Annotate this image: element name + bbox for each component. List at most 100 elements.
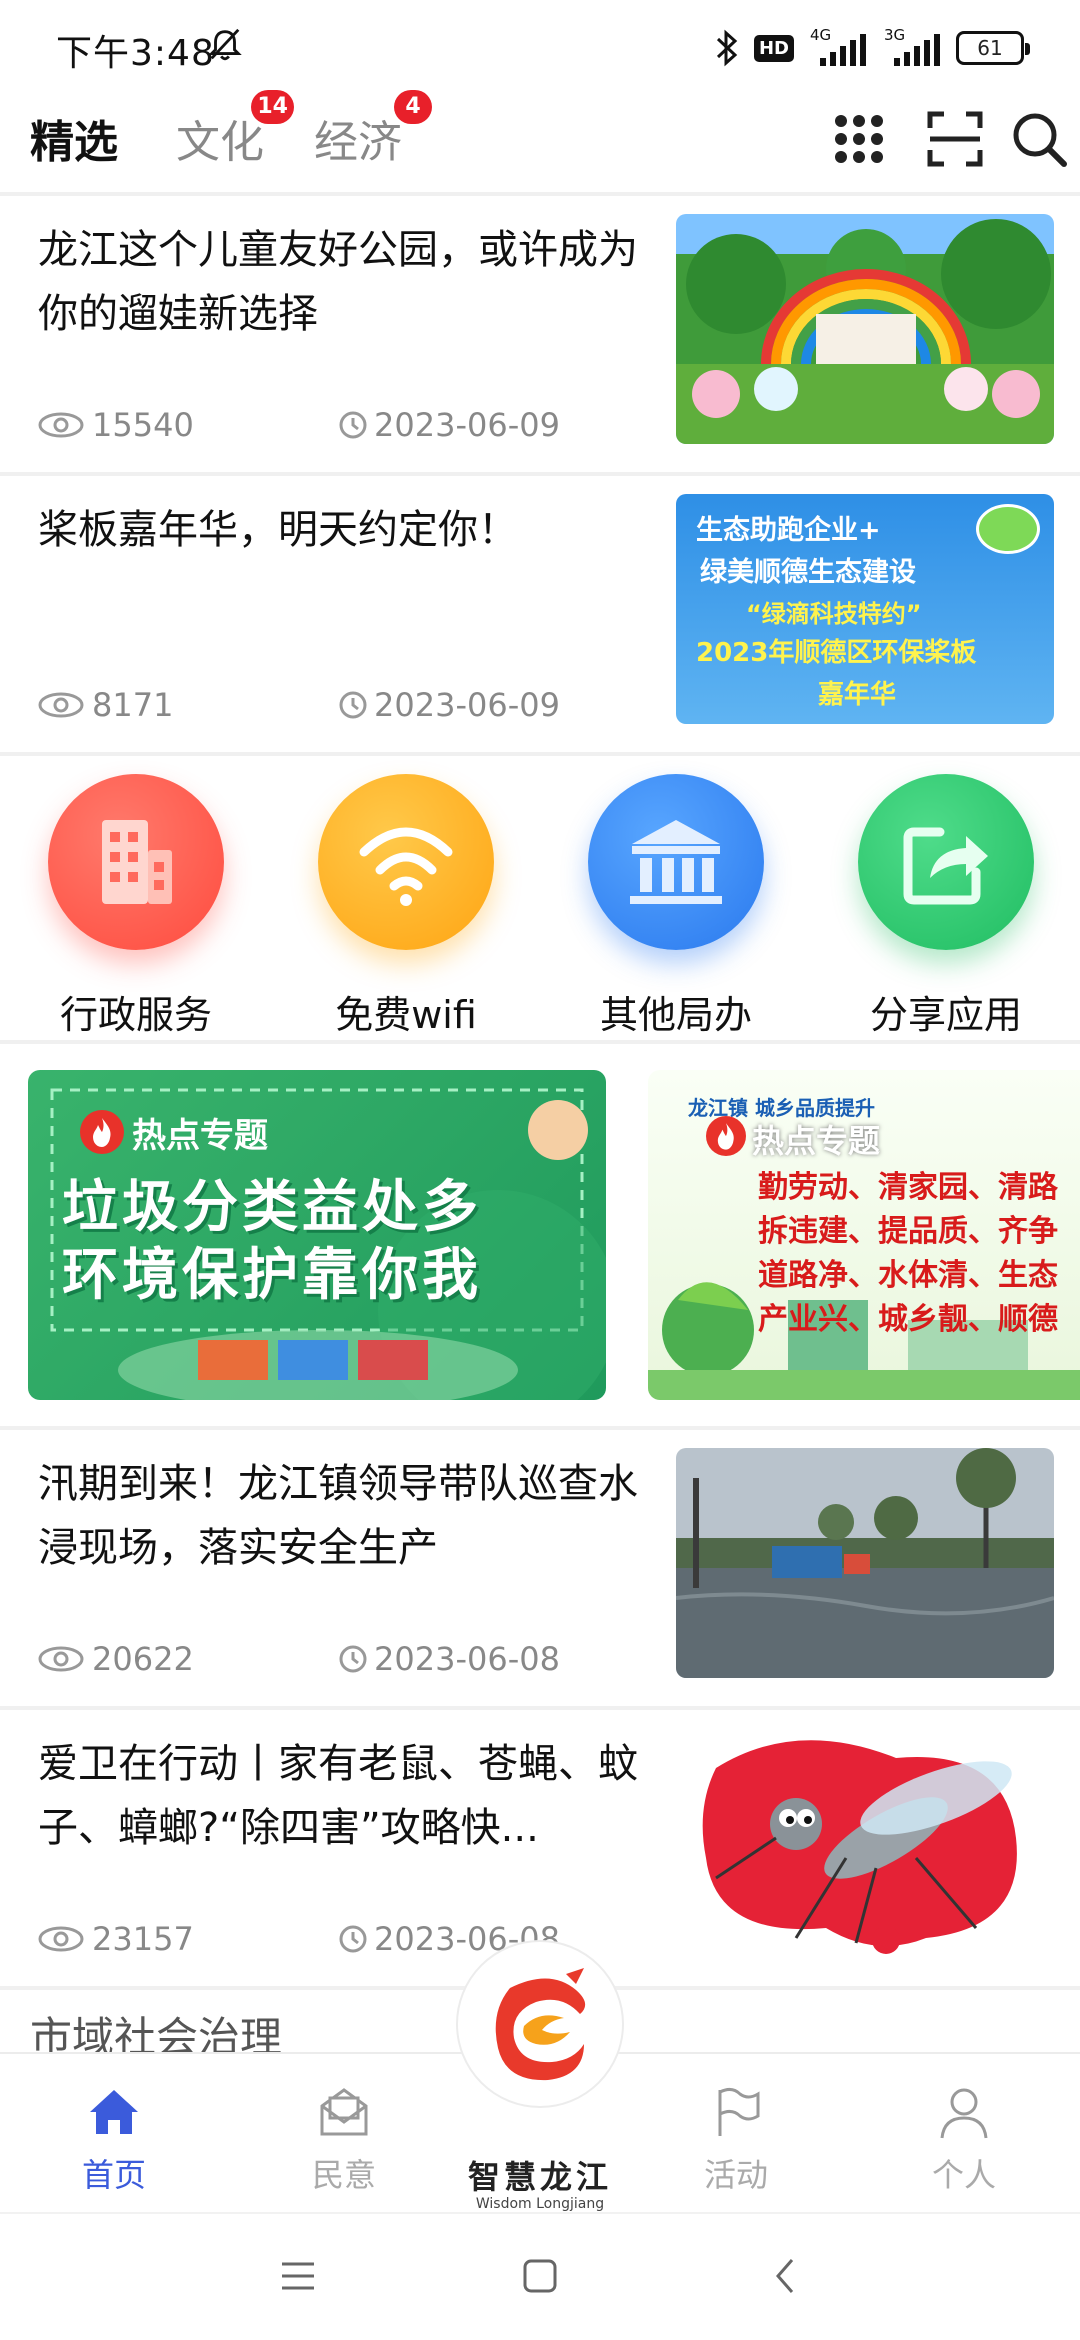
- bluetooth-icon: [716, 29, 738, 67]
- topic-banner-carousel: 热点专题 垃圾分类益处多 环境保护靠你我 龙江镇 城乡品质提升 热点专题 勤劳动…: [0, 1044, 1080, 1426]
- share-icon: [858, 774, 1034, 950]
- topic-banner-urban-quality[interactable]: 龙江镇 城乡品质提升 热点专题 勤劳动、清家园、清路 拆违建、提品质、齐争 道路…: [648, 1070, 1080, 1400]
- apps-grid-icon[interactable]: [830, 110, 888, 168]
- eye-icon: [38, 692, 84, 718]
- news-item[interactable]: 龙江这个儿童友好公园，或许成为你的遛娃新选择 15540 2023-06-09: [0, 196, 1080, 472]
- dragon-logo-icon: [495, 1968, 586, 2081]
- news-thumbnail-mosquito: [676, 1728, 1054, 1958]
- tab-economy[interactable]: 经济 4: [314, 90, 432, 170]
- status-time: 下午3:48: [56, 33, 215, 74]
- system-navigation-bar: [0, 2212, 1080, 2340]
- service-wifi[interactable]: 免费wifi: [286, 774, 526, 1042]
- plus-badge-decoration: [976, 504, 1040, 554]
- clock-icon: [339, 1925, 367, 1953]
- news-meta: 8171 2023-06-09: [38, 686, 560, 724]
- bell-muted-icon: [208, 28, 242, 61]
- service-label: 行政服务: [59, 993, 212, 1037]
- mail-icon: [320, 2088, 368, 2136]
- thumb-text: 生态助跑企业+: [696, 515, 881, 546]
- brand-name-cn: 智慧龙江: [467, 2158, 612, 2196]
- nav-profile[interactable]: 个人: [884, 2084, 1044, 2196]
- news-title: 桨板嘉年华，明天约定你！: [38, 507, 518, 553]
- view-count: 15540: [92, 406, 194, 444]
- news-thumbnail-flood: [676, 1448, 1054, 1678]
- news-item[interactable]: 桨板嘉年华，明天约定你！ 8171 2023-06-09 生态助跑企业+ 绿美顺…: [0, 476, 1080, 752]
- status-bar: 下午3:48 HD 4G 3G 61: [0, 0, 1080, 96]
- publish-date: 2023-06-09: [374, 406, 560, 444]
- fire-icon: [706, 1116, 746, 1156]
- home-square-icon[interactable]: [516, 2252, 564, 2300]
- view-count: 23157: [92, 1920, 194, 1958]
- nav-label: 个人: [931, 2156, 996, 2194]
- search-icon[interactable]: [1010, 110, 1068, 168]
- back-chevron-icon[interactable]: [762, 2252, 810, 2300]
- view-count: 8171: [92, 686, 174, 724]
- tab-label: 文化: [176, 117, 264, 168]
- thumb-text: 嘉年华: [818, 680, 897, 710]
- banner-headline: 环境保护靠你我: [62, 1243, 482, 1308]
- banner-line: 道路净、水体清、生态: [758, 1258, 1058, 1293]
- nav-label: 活动: [703, 2156, 768, 2194]
- nav-activity[interactable]: 活动: [656, 2084, 816, 2196]
- scan-icon[interactable]: [926, 110, 984, 168]
- eye-icon: [38, 1646, 84, 1672]
- publish-date: 2023-06-09: [374, 686, 560, 724]
- tab-label: 经济: [314, 117, 402, 168]
- thumb-text: 2023年顺德区环保桨板: [696, 638, 977, 668]
- unread-badge: 4: [394, 90, 432, 124]
- signal-3g-icon: 3G: [882, 26, 942, 68]
- eye-icon: [38, 1926, 84, 1952]
- unread-badge: 14: [251, 90, 294, 124]
- wifi-icon: [318, 774, 494, 950]
- nav-home[interactable]: 首页: [34, 2084, 194, 2196]
- top-nav: 精选 文化 14 经济 4: [0, 90, 1080, 192]
- news-thumbnail-park: [676, 214, 1054, 444]
- news-meta: 20622 2023-06-08: [38, 1640, 560, 1678]
- view-count: 20622: [92, 1640, 194, 1678]
- menu-icon[interactable]: [274, 2252, 322, 2300]
- fire-icon: [80, 1110, 124, 1154]
- thumb-text: “绿滴科技特约”: [746, 600, 922, 628]
- brand-name-en: Wisdom Longjiang: [475, 2196, 605, 2212]
- service-bureaus[interactable]: 其他局办: [556, 774, 796, 1042]
- bank-icon: [588, 774, 764, 950]
- brand-name: 智慧龙江 Wisdom Longjiang: [450, 2152, 630, 2212]
- news-thumbnail-paddleboard: 生态助跑企业+ 绿美顺德生态建设 “绿滴科技特约” 2023年顺德区环保桨板 嘉…: [676, 494, 1054, 724]
- service-admin[interactable]: 行政服务: [16, 774, 256, 1042]
- news-title: 龙江这个儿童友好公园，或许成为你的遛娃新选择: [38, 227, 638, 337]
- home-icon: [90, 2090, 138, 2134]
- news-meta: 15540 2023-06-09: [38, 406, 560, 444]
- clock-icon: [339, 691, 367, 719]
- thumb-text: 绿美顺德生态建设: [700, 557, 916, 588]
- service-label: 免费wifi: [335, 993, 477, 1037]
- eye-icon: [38, 412, 84, 438]
- banner-line: 拆违建、提品质、齐争: [758, 1214, 1058, 1249]
- service-label: 其他局办: [599, 993, 752, 1037]
- news-item[interactable]: 汛期到来！龙江镇领导带队巡查水浸现场，落实安全生产 20622 2023-06-…: [0, 1430, 1080, 1706]
- service-share[interactable]: 分享应用: [826, 774, 1066, 1042]
- tab-label: 精选: [30, 117, 118, 168]
- signal-4g-icon: 4G: [808, 26, 868, 68]
- banner-tag: 热点专题: [132, 1116, 268, 1156]
- nav-opinion[interactable]: 民意: [264, 2084, 424, 2196]
- banner-tag: 热点专题: [752, 1122, 881, 1160]
- hd-badge: HD: [753, 34, 794, 62]
- nav-label: 首页: [81, 2156, 146, 2194]
- nav-label: 民意: [311, 2156, 376, 2194]
- clock-icon: [339, 411, 367, 439]
- clock-icon: [339, 1645, 367, 1673]
- building-icon: [48, 774, 224, 950]
- news-title: 汛期到来！龙江镇领导带队巡查水浸现场，落实安全生产: [38, 1461, 638, 1571]
- topic-banner-recycling[interactable]: 热点专题 垃圾分类益处多 环境保护靠你我: [28, 1070, 606, 1400]
- banner-line: 勤劳动、清家园、清路: [758, 1170, 1058, 1205]
- publish-date: 2023-06-08: [374, 1640, 560, 1678]
- tab-featured[interactable]: 精选: [30, 106, 118, 170]
- service-label: 分享应用: [869, 993, 1022, 1037]
- person-icon: [940, 2088, 988, 2139]
- news-title: 爱卫在行动丨家有老鼠、苍蝇、蚊子、蟑螂?“除四害”攻略快...: [38, 1741, 638, 1851]
- tab-culture[interactable]: 文化 14: [176, 90, 294, 170]
- banner-line: 产业兴、城乡靓、顺德: [758, 1302, 1058, 1337]
- brand-logo-button[interactable]: [456, 1940, 624, 2108]
- flag-icon: [718, 2087, 760, 2136]
- battery-icon: 61: [956, 31, 1030, 65]
